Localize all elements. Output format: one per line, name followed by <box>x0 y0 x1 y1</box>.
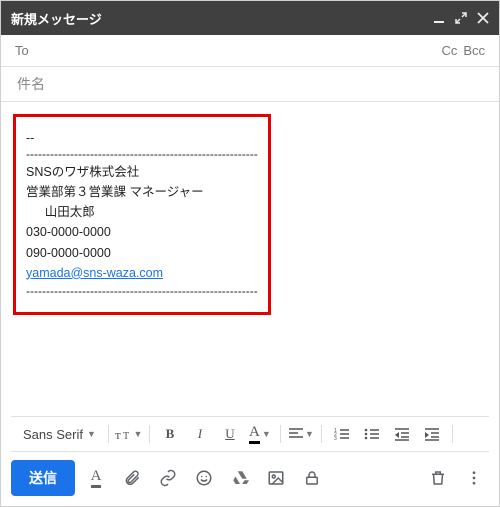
indent-increase-button[interactable] <box>418 421 446 447</box>
signature-department: 営業部第３営業課 マネージャー <box>26 183 258 201</box>
chevron-down-icon: ▼ <box>133 429 142 439</box>
signature-phone-2: 090-0000-0000 <box>26 244 258 262</box>
underline-button[interactable]: U <box>216 421 244 447</box>
signature-highlight-box: -- SNSのワザ株式会社 営業部第３営業課 マネージャー 山田太郎 030-0… <box>13 114 271 315</box>
send-button[interactable]: 送信 <box>11 460 75 496</box>
signature-company: SNSのワザ株式会社 <box>26 163 258 181</box>
cc-button[interactable]: Cc <box>441 43 457 58</box>
compose-window: 新規メッセージ To Cc Bcc -- SNSのワザ株式会社 営業部第３営業課… <box>0 0 500 507</box>
font-size-button[interactable]: тT ▼ <box>115 421 143 447</box>
svg-text:т: т <box>115 427 121 442</box>
signature-block: SNSのワザ株式会社 営業部第３営業課 マネージャー 山田太郎 030-0000… <box>26 147 258 298</box>
insert-photo-icon[interactable] <box>261 464 291 492</box>
signature-dash: -- <box>26 131 258 145</box>
minimize-icon[interactable] <box>433 12 445 24</box>
to-label: To <box>15 43 37 58</box>
confidential-mode-icon[interactable] <box>297 464 327 492</box>
bulleted-list-button[interactable] <box>358 421 386 447</box>
formatting-toolbar: Sans Serif ▼ тT ▼ B I U A ▼ ▼ 123 <box>11 416 489 452</box>
numbered-list-button[interactable]: 123 <box>328 421 356 447</box>
subject-row[interactable] <box>1 67 499 102</box>
svg-text:T: T <box>123 431 129 442</box>
signature-name: 山田太郎 <box>26 203 95 221</box>
bcc-button[interactable]: Bcc <box>463 43 485 58</box>
close-icon[interactable] <box>477 12 489 24</box>
action-bar: 送信 A <box>1 452 499 506</box>
insert-emoji-icon[interactable] <box>189 464 219 492</box>
title-bar: 新規メッセージ <box>1 1 499 35</box>
text-color-button[interactable]: A ▼ <box>246 421 274 447</box>
chevron-down-icon: ▼ <box>305 429 314 439</box>
chevron-down-icon: ▼ <box>262 429 271 439</box>
subject-input[interactable] <box>15 75 485 93</box>
signature-email-link[interactable]: yamada@sns-waza.com <box>26 266 163 280</box>
align-button[interactable]: ▼ <box>287 421 315 447</box>
italic-button[interactable]: I <box>186 421 214 447</box>
discard-draft-icon[interactable] <box>423 464 453 492</box>
to-row[interactable]: To Cc Bcc <box>1 35 499 67</box>
insert-drive-icon[interactable] <box>225 464 255 492</box>
attach-file-icon[interactable] <box>117 464 147 492</box>
chevron-down-icon: ▼ <box>87 429 96 439</box>
expand-icon[interactable] <box>455 12 467 24</box>
font-family-label: Sans Serif <box>23 427 83 442</box>
bold-button[interactable]: B <box>156 421 184 447</box>
signature-divider-top <box>26 147 258 161</box>
signature-phone-1: 030-0000-0000 <box>26 223 258 241</box>
svg-text:3: 3 <box>334 436 337 441</box>
more-options-icon[interactable] <box>459 464 489 492</box>
indent-decrease-button[interactable] <box>388 421 416 447</box>
formatting-toggle-button[interactable]: A <box>81 464 111 492</box>
window-title: 新規メッセージ <box>11 9 423 28</box>
font-family-picker[interactable]: Sans Serif ▼ <box>17 423 102 446</box>
signature-divider-bottom <box>26 284 258 298</box>
message-body[interactable]: -- SNSのワザ株式会社 営業部第３営業課 マネージャー 山田太郎 030-0… <box>1 102 499 416</box>
insert-link-icon[interactable] <box>153 464 183 492</box>
